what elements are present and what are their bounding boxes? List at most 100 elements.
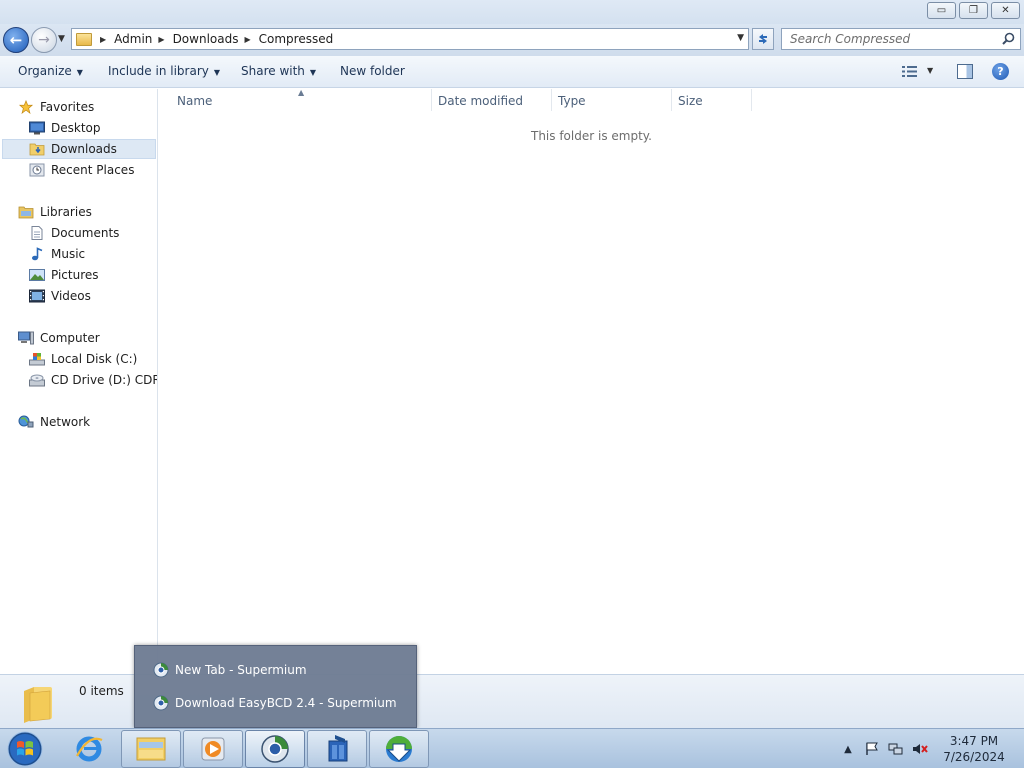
- computer-icon: [18, 331, 34, 345]
- change-view-icon[interactable]: [902, 65, 918, 78]
- taskbar-windows-explorer[interactable]: [121, 730, 181, 768]
- maximize-button[interactable]: ❐: [959, 2, 988, 19]
- search-box[interactable]: [781, 28, 1021, 50]
- windows-explorer-icon: [136, 737, 166, 761]
- share-with-menu[interactable]: Share with ▼: [241, 64, 316, 78]
- clock-time: 3:47 PM: [949, 734, 999, 748]
- nav-favorites[interactable]: Favorites: [18, 97, 94, 117]
- network-icon: [18, 415, 34, 428]
- column-divider[interactable]: [671, 89, 672, 111]
- include-in-library-menu[interactable]: Include in library ▼: [108, 64, 220, 78]
- organize-menu[interactable]: Organize ▼: [18, 64, 83, 78]
- file-list[interactable]: ▲ Name Date modified Type Size This fold…: [159, 88, 1024, 674]
- close-button[interactable]: ✕: [991, 2, 1020, 19]
- taskbar: ▲ 3:47 PM 7/26/2024: [0, 728, 1024, 768]
- column-header-type[interactable]: Type: [558, 89, 586, 113]
- breadcrumb-downloads[interactable]: Downloads: [173, 32, 239, 46]
- internet-explorer-icon: [76, 736, 103, 762]
- taskbar-setup-installer[interactable]: [307, 730, 367, 768]
- system-tray: ▲: [840, 729, 936, 768]
- breadcrumb-chevron-icon[interactable]: ▶: [158, 35, 164, 44]
- volume-muted-icon[interactable]: [912, 741, 928, 757]
- back-button[interactable]: ←: [3, 27, 29, 53]
- clock-date: 7/26/2024: [943, 750, 1005, 764]
- pictures-label: Pictures: [51, 268, 99, 282]
- recent-places-label: Recent Places: [51, 163, 135, 177]
- network-status-icon[interactable]: [888, 741, 904, 757]
- folder-icon: [76, 32, 92, 46]
- nav-computer[interactable]: Computer: [18, 328, 100, 348]
- nav-libraries[interactable]: Libraries: [18, 202, 92, 222]
- minimize-button[interactable]: ▭: [927, 2, 956, 19]
- nav-network[interactable]: Network: [18, 412, 90, 432]
- breadcrumb-compressed[interactable]: Compressed: [259, 32, 334, 46]
- refresh-button[interactable]: [752, 28, 774, 50]
- forward-arrow-icon: →: [38, 32, 50, 48]
- chevron-down-icon: ▼: [76, 68, 83, 77]
- taskbar-internet-explorer[interactable]: [59, 730, 119, 768]
- start-button[interactable]: [4, 730, 46, 768]
- windows-start-icon: [7, 731, 43, 767]
- more-views-dropdown-icon[interactable]: ▼: [927, 66, 933, 75]
- chevron-down-icon: ▼: [309, 68, 317, 77]
- address-field[interactable]: ▶ Admin ▶ Downloads ▶ Compressed ▼: [71, 28, 749, 50]
- sort-ascending-icon: ▲: [298, 88, 305, 97]
- taskbar-media-player[interactable]: [183, 730, 243, 768]
- action-center-flag-icon[interactable]: [864, 741, 880, 757]
- network-label: Network: [40, 415, 91, 429]
- chevron-down-icon: ▼: [213, 68, 221, 77]
- nav-downloads[interactable]: Downloads: [2, 139, 156, 159]
- navigation-pane[interactable]: Favorites Desktop Downloads Recent Place…: [0, 89, 158, 674]
- column-header-size[interactable]: Size: [678, 89, 703, 113]
- nav-cd-drive[interactable]: CD Drive (D:) CDROM: [29, 370, 157, 390]
- favorites-label: Favorites: [40, 100, 95, 114]
- music-label: Music: [51, 247, 86, 261]
- taskbar-download-manager[interactable]: [369, 730, 429, 768]
- window-preview-new-tab[interactable]: New Tab - Supermium: [153, 660, 307, 680]
- show-hidden-icons-button[interactable]: ▲: [840, 741, 856, 757]
- breadcrumb-admin[interactable]: Admin: [114, 32, 152, 46]
- videos-icon: [29, 289, 45, 303]
- breadcrumb-chevron-icon[interactable]: ▶: [100, 35, 106, 44]
- window-preview-label: Download EasyBCD 2.4 - Supermium: [175, 696, 397, 710]
- column-divider[interactable]: [431, 89, 432, 111]
- include-in-library-label: Include in library: [108, 64, 209, 78]
- pictures-icon: [29, 269, 45, 281]
- window-controls: ▭ ❐ ✕: [927, 2, 1020, 19]
- downloads-label: Downloads: [51, 142, 117, 156]
- supermium-icon: [153, 695, 169, 711]
- videos-label: Videos: [51, 289, 91, 303]
- search-icon[interactable]: [1002, 32, 1015, 45]
- nav-documents[interactable]: Documents: [29, 223, 119, 243]
- forward-button[interactable]: →: [31, 27, 57, 53]
- breadcrumb-chevron-icon[interactable]: ▶: [244, 35, 250, 44]
- column-header-date-modified[interactable]: Date modified: [438, 89, 523, 113]
- nav-pictures[interactable]: Pictures: [29, 265, 99, 285]
- nav-music[interactable]: Music: [29, 244, 85, 264]
- search-input[interactable]: [782, 29, 992, 49]
- taskbar-supermium[interactable]: [245, 730, 305, 768]
- new-folder-button[interactable]: New folder: [340, 64, 405, 78]
- recent-pages-dropdown-icon[interactable]: ▼: [58, 34, 65, 44]
- downloads-folder-icon: [29, 143, 45, 156]
- column-divider[interactable]: [751, 89, 752, 111]
- address-bar-row: ← → ▼ ▶ Admin ▶ Downloads ▶ Compressed ▼: [0, 24, 1024, 56]
- nav-videos[interactable]: Videos: [29, 286, 91, 306]
- window-title-bar[interactable]: ▭ ❐ ✕: [0, 0, 1024, 24]
- desktop-label: Desktop: [51, 121, 101, 135]
- system-clock[interactable]: 3:47 PM 7/26/2024: [940, 733, 1008, 765]
- cd-drive-icon: [29, 374, 45, 387]
- column-header-name[interactable]: Name: [177, 89, 212, 113]
- window-preview-download-easybcd[interactable]: Download EasyBCD 2.4 - Supermium: [153, 693, 397, 713]
- address-history-dropdown-icon[interactable]: ▼: [737, 33, 744, 43]
- column-divider[interactable]: [551, 89, 552, 111]
- help-icon[interactable]: ?: [992, 63, 1009, 80]
- local-disk-label: Local Disk (C:): [51, 352, 138, 366]
- organize-label: Organize: [18, 64, 72, 78]
- installer-icon: [328, 735, 348, 762]
- nav-desktop[interactable]: Desktop: [29, 118, 101, 138]
- preview-pane-icon[interactable]: [957, 64, 973, 79]
- nav-local-disk[interactable]: Local Disk (C:): [29, 349, 137, 369]
- share-with-label: Share with: [241, 64, 305, 78]
- nav-recent-places[interactable]: Recent Places: [29, 160, 134, 180]
